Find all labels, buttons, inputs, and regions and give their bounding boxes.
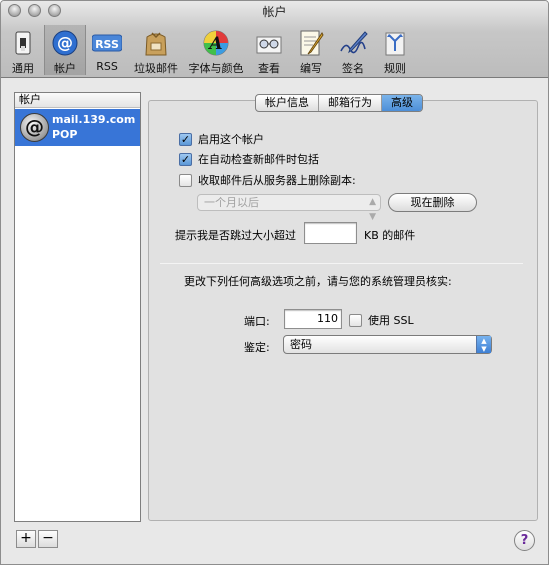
account-row-mail-139[interactable]: @ mail.139.com POP — [15, 109, 140, 146]
toolbar-label-signatures: 签名 — [342, 62, 364, 75]
help-button[interactable]: ? — [514, 530, 535, 551]
port-label: 端口: — [244, 315, 270, 328]
remove-copy-label: 收取邮件后从服务器上删除副本: — [198, 174, 356, 187]
tab-account-info[interactable]: 帐户信息 — [256, 95, 319, 111]
remove-account-button[interactable]: − — [38, 530, 58, 548]
compose-icon — [296, 29, 326, 57]
enable-account-row: ✓ 启用这个帐户 — [179, 132, 264, 146]
toolbar-item-rules[interactable]: 规则 — [376, 25, 414, 75]
add-account-button[interactable]: + — [16, 530, 36, 548]
toolbar-item-general[interactable]: 通用 — [4, 25, 42, 75]
port-field[interactable]: 110 — [284, 309, 342, 329]
rss-icon: RSS — [91, 29, 123, 57]
tab-bar: 帐户信息 邮箱行为 高级 — [255, 94, 423, 112]
size-limit-field[interactable] — [304, 222, 357, 244]
authentication-value: 密码 — [290, 338, 312, 351]
popup-arrows-icon: ▲ ▼ — [476, 336, 491, 353]
accounts-list[interactable]: 帐户 @ mail.139.com POP — [14, 92, 141, 522]
enable-account-label: 启用这个帐户 — [198, 133, 264, 146]
toolbar-item-composing[interactable]: 编写 — [292, 25, 330, 75]
preferences-window: 帐户 通用 @ 帐户 RSS RSS 垃圾邮件 A 字体与颜色 查看 编写 签名… — [0, 0, 549, 565]
toolbar-label-viewing: 查看 — [258, 62, 280, 75]
authentication-popup[interactable]: 密码 ▲ ▼ — [283, 335, 492, 354]
remove-after-value: 一个月以后 — [204, 196, 259, 209]
toolbar-label-junk: 垃圾邮件 — [134, 62, 178, 75]
toolbar-item-fonts-colors[interactable]: A 字体与颜色 — [186, 25, 246, 75]
use-ssl-label: 使用 SSL — [368, 314, 414, 327]
accounts-list-header: 帐户 — [15, 93, 140, 108]
toolbar-label-fonts-colors: 字体与颜色 — [188, 62, 244, 75]
tab-mailbox-behaviors[interactable]: 邮箱行为 — [319, 95, 382, 111]
toolbar-item-signatures[interactable]: 签名 — [334, 25, 372, 75]
size-suffix-label: KB 的邮件 — [364, 229, 416, 242]
account-name: mail.139.com — [52, 113, 136, 126]
account-type: POP — [52, 128, 78, 141]
enable-account-checkbox[interactable]: ✓ — [179, 132, 192, 146]
toolbar-label-composing: 编写 — [300, 62, 322, 75]
size-prompt-label: 提示我是否跳过大小超过 — [175, 229, 296, 242]
use-ssl-row: 使用 SSL — [349, 312, 414, 328]
authentication-label: 鉴定: — [244, 341, 270, 354]
toolbar-label-rules: 规则 — [384, 62, 406, 75]
remove-copy-row: 收取邮件后从服务器上删除副本: — [179, 173, 356, 187]
tab-advanced[interactable]: 高级 — [382, 95, 422, 111]
remove-now-button[interactable]: 现在删除 — [388, 193, 477, 212]
switch-icon — [8, 29, 38, 57]
remove-copy-checkbox[interactable] — [179, 173, 192, 187]
toolbar-label-general: 通用 — [12, 62, 34, 75]
toolbar-item-viewing[interactable]: 查看 — [250, 25, 288, 75]
account-at-icon: @ — [20, 113, 49, 142]
fonts-colors-icon: A — [201, 29, 231, 57]
separator — [160, 263, 523, 264]
toolbar-item-accounts[interactable]: @ 帐户 — [44, 25, 86, 75]
svg-text:RSS: RSS — [95, 38, 119, 51]
include-auto-check-row: ✓ 在自动检查新邮件时包括 — [179, 152, 319, 166]
toolbar-item-junk[interactable]: 垃圾邮件 — [130, 25, 182, 75]
admin-note: 更改下列任何高级选项之前，请与您的系统管理员核实: — [184, 275, 452, 288]
glasses-icon — [254, 29, 284, 57]
window-title: 帐户 — [262, 5, 287, 19]
toolbar: 帐户 通用 @ 帐户 RSS RSS 垃圾邮件 A 字体与颜色 查看 编写 签名… — [1, 1, 548, 78]
rules-icon — [380, 29, 410, 57]
toolbar-item-rss[interactable]: RSS RSS — [88, 25, 126, 75]
svg-text:@: @ — [57, 33, 73, 52]
toolbar-label-rss: RSS — [96, 60, 118, 73]
junk-bag-icon — [141, 29, 171, 57]
at-sign-icon: @ — [50, 29, 80, 57]
svg-text:A: A — [207, 34, 222, 54]
include-auto-check-checkbox[interactable]: ✓ — [179, 152, 192, 166]
signature-icon — [338, 29, 368, 57]
toolbar-label-accounts: 帐户 — [54, 62, 76, 75]
include-auto-check-label: 在自动检查新邮件时包括 — [198, 153, 319, 166]
updown-arrows-icon: ▲ ▼ — [369, 197, 376, 222]
use-ssl-checkbox[interactable] — [349, 313, 362, 327]
remove-after-popup[interactable]: 一个月以后 ▲ ▼ — [197, 194, 381, 222]
